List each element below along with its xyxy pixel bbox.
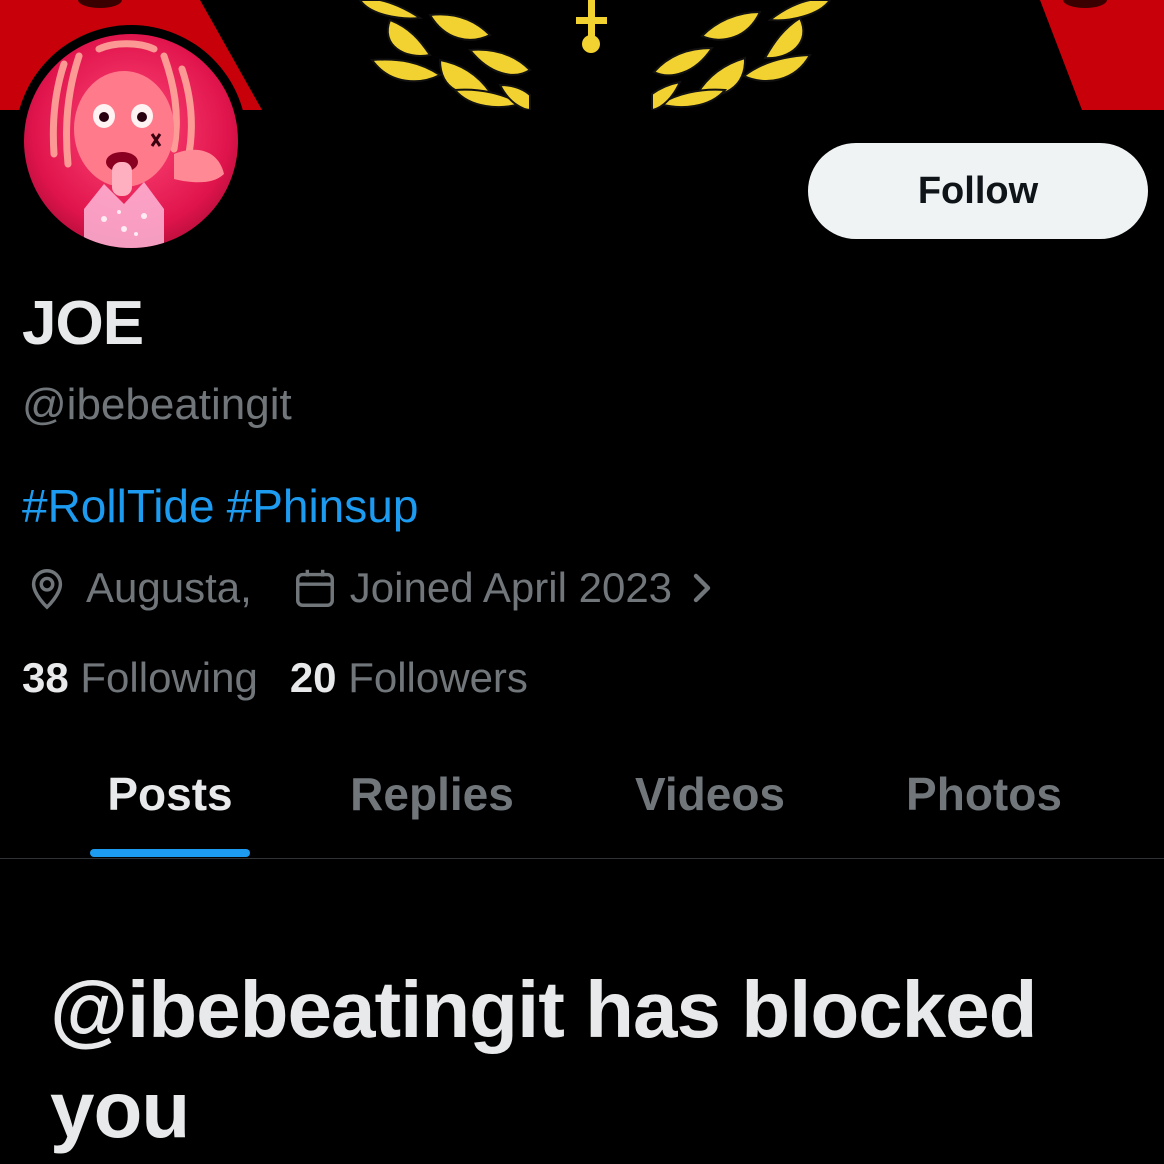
following-label: Following [80, 654, 258, 701]
follow-stats: 38 Following 20 Followers [22, 652, 528, 704]
following-link[interactable]: 38 Following [22, 652, 258, 704]
follow-button[interactable]: Follow [808, 143, 1148, 239]
location-pin-icon [24, 565, 70, 611]
calendar-icon [292, 565, 338, 611]
profile-meta: Augusta, Joined April 2023 [24, 560, 714, 616]
profile-bio: #RollTide #Phinsup [22, 478, 418, 534]
tab-videos[interactable]: Videos [600, 730, 820, 858]
tab-replies[interactable]: Replies [322, 730, 542, 858]
avatar[interactable] [24, 34, 238, 248]
chevron-right-icon[interactable] [690, 570, 714, 606]
hashtag-link[interactable]: #Phinsup [227, 478, 419, 534]
blocked-message: @ibebeatingit has blocked you [50, 965, 1038, 1154]
tab-photos[interactable]: Photos [870, 730, 1098, 858]
location-text: Augusta, [86, 564, 252, 611]
followers-label: Followers [348, 654, 528, 701]
followers-link[interactable]: 20 Followers [290, 652, 528, 704]
joined-date: Joined April 2023 [349, 564, 673, 611]
followers-count: 20 [289, 654, 337, 701]
display-name: JOE [22, 289, 144, 358]
profile-tabs: Posts Replies Videos Photos [0, 730, 1164, 859]
hashtag-link[interactable]: #RollTide [22, 478, 215, 534]
profile-handle: @ibebeatingit [22, 380, 292, 429]
tab-posts[interactable]: Posts [70, 730, 270, 858]
active-tab-indicator [90, 849, 250, 857]
following-count: 38 [22, 654, 69, 701]
